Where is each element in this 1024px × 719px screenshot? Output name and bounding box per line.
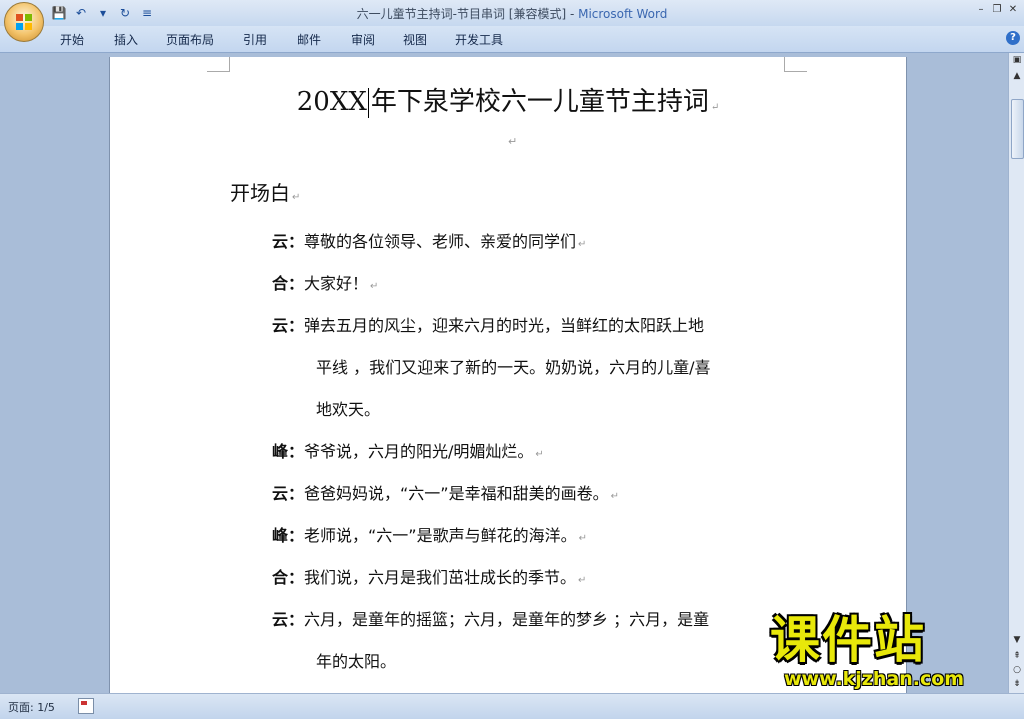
paragraph-mark: ↵ bbox=[535, 449, 544, 460]
section-heading-text: 开场白 bbox=[230, 181, 290, 205]
ribbon-tabs: 开始 插入 页面布局 引用 邮件 审阅 视图 开发工具 ? bbox=[0, 26, 1024, 53]
save-icon[interactable]: 💾 bbox=[50, 4, 68, 22]
margin-corner-mark bbox=[207, 57, 230, 72]
dialogue-line: 合：我们说，六月是我们茁壮成长的季节。 ↵ bbox=[272, 557, 792, 602]
quick-access-toolbar: 💾 ↶ ▾ ↻ ≡ bbox=[50, 3, 156, 23]
title-text: 年下泉学校六一儿童节主持词 bbox=[370, 87, 709, 117]
dialogue-text: 年的太阳。 bbox=[316, 652, 397, 671]
dialogue-line: 合：大家好！ ↵ bbox=[272, 263, 792, 308]
dialogue-line: 峰：爷爷说，六月的阳光/明媚灿烂。 ↵ bbox=[272, 431, 792, 476]
text-cursor bbox=[367, 88, 369, 118]
proofing-icon[interactable] bbox=[78, 698, 94, 714]
paragraph-mark: ↵ bbox=[578, 575, 587, 586]
dialogue-text: 爷爷说，六月的阳光/明媚灿烂。 bbox=[304, 442, 534, 461]
office-button[interactable] bbox=[4, 2, 44, 42]
paragraph-mark: ↵ bbox=[508, 135, 518, 148]
next-page-button[interactable]: ⇟ bbox=[1009, 677, 1024, 691]
margin-corner-mark bbox=[784, 57, 807, 72]
tab-review[interactable]: 审阅 bbox=[351, 31, 375, 48]
tab-page-layout[interactable]: 页面布局 bbox=[166, 31, 214, 48]
paragraph-mark: ↵ bbox=[370, 281, 379, 292]
dialogue-text: 爸爸妈妈说，“六一”是幸福和甜美的画卷。 bbox=[304, 484, 609, 503]
dialogue-text: 平线 ，我们又迎来了新的一天。奶奶说，六月的儿童/喜 bbox=[316, 358, 711, 377]
title-year: 20XX bbox=[296, 87, 367, 117]
paragraph-mark: ↵ bbox=[610, 491, 619, 502]
dialogue-line: 云：六月，是童年的摇篮；六月，是童年的梦乡 ；六月，是童年的太阳。↵ bbox=[272, 599, 792, 693]
tab-insert[interactable]: 插入 bbox=[114, 31, 138, 48]
paragraph-mark: ↵ bbox=[710, 102, 720, 113]
status-bar: 页面: 1/5 bbox=[0, 693, 1024, 719]
paragraph-mark: ↵ bbox=[292, 192, 301, 203]
restore-button[interactable]: ❐ bbox=[990, 2, 1004, 16]
dialogue-text: 六月，是童年的摇篮；六月，是童年的梦乡 ；六月，是童 bbox=[304, 610, 710, 629]
dialogue-line: 云：爸爸妈妈说，“六一”是幸福和甜美的画卷。 ↵ bbox=[272, 473, 792, 518]
watermark-logo: 课件站 www.kjzhan.com bbox=[770, 612, 1010, 696]
minimize-button[interactable]: – bbox=[974, 2, 988, 16]
dialogue-text: 大家好！ bbox=[304, 274, 369, 293]
tab-home[interactable]: 开始 bbox=[60, 31, 84, 48]
paragraph-mark: ↵ bbox=[578, 239, 587, 250]
dialogue-line: 云：尊敬的各位领导、老师、亲爱的同学们 ↵ bbox=[272, 221, 792, 266]
document-name: 六一儿童节主持词-节目串词 [兼容模式] - bbox=[356, 7, 579, 21]
undo-dropdown-icon[interactable]: ▾ bbox=[94, 4, 112, 22]
document-page[interactable]: 20XX 年下泉学校六一儿童节主持词 ↵ ↵ 开场白 ↵ 云：尊敬的各位领导、老师、亲… bbox=[109, 57, 907, 693]
speaker-label: 云： bbox=[272, 232, 305, 251]
help-icon[interactable]: ? bbox=[1006, 31, 1020, 45]
page-number-indicator[interactable]: 页面: 1/5 bbox=[8, 699, 55, 715]
speaker-label: 合： bbox=[272, 274, 305, 293]
speaker-label: 合： bbox=[272, 568, 305, 587]
dialogue-text: 地欢天。 bbox=[316, 400, 381, 419]
title-bar: 六一儿童节主持词-节目串词 [兼容模式] - Microsoft Word 💾 … bbox=[0, 0, 1024, 26]
section-heading: 开场白 ↵ bbox=[230, 177, 300, 206]
close-button[interactable]: ✕ bbox=[1006, 2, 1020, 16]
speaker-label: 云： bbox=[272, 610, 305, 629]
tab-view[interactable]: 视图 bbox=[403, 31, 427, 48]
paragraph-mark: ↵ bbox=[578, 533, 587, 544]
window-controls: – ❐ ✕ bbox=[974, 2, 1020, 16]
vertical-scrollbar[interactable]: ▣ ▲ ▼ ⇞ ○ ⇟ bbox=[1008, 53, 1024, 693]
speaker-label: 云： bbox=[272, 484, 305, 503]
tab-references[interactable]: 引用 bbox=[243, 31, 267, 48]
office-logo-icon bbox=[16, 14, 32, 30]
dialogue-text: 我们说，六月是我们茁壮成长的季节。 bbox=[304, 568, 577, 587]
dialogue-text: 弹去五月的风尘，迎来六月的时光，当鲜红的太阳跃上地 bbox=[304, 316, 705, 335]
scroll-up-button[interactable]: ▲ bbox=[1009, 69, 1024, 83]
scroll-down-button[interactable]: ▼ bbox=[1009, 633, 1024, 647]
document-title: 20XX 年下泉学校六一儿童节主持词 ↵ bbox=[110, 81, 906, 118]
speaker-label: 云： bbox=[272, 316, 305, 335]
app-name: Microsoft Word bbox=[578, 7, 668, 21]
ruler-toggle-icon[interactable]: ▣ bbox=[1009, 53, 1024, 67]
undo-icon[interactable]: ↶ bbox=[72, 4, 90, 22]
dialogue-line: 峰：今天，这里是我们喜悦的海洋，是属于我们自己的节日↵ bbox=[272, 683, 792, 693]
document-workspace: 20XX 年下泉学校六一儿童节主持词 ↵ ↵ 开场白 ↵ 云：尊敬的各位领导、老师、亲… bbox=[0, 53, 1008, 693]
customize-qat-icon[interactable]: ≡ bbox=[138, 4, 156, 22]
speaker-label: 峰： bbox=[272, 442, 305, 461]
select-browse-object-button[interactable]: ○ bbox=[1009, 663, 1024, 677]
dialogue-line: 峰：老师说，“六一”是歌声与鲜花的海洋。 ↵ bbox=[272, 515, 792, 560]
speaker-label: 峰： bbox=[272, 526, 305, 545]
watermark-url: www.kjzhan.com bbox=[784, 668, 965, 690]
previous-page-button[interactable]: ⇞ bbox=[1009, 649, 1024, 663]
tab-mailings[interactable]: 邮件 bbox=[297, 31, 321, 48]
watermark-text: 课件站 bbox=[770, 611, 926, 669]
tab-developer[interactable]: 开发工具 bbox=[455, 31, 503, 48]
scroll-thumb[interactable] bbox=[1011, 99, 1024, 159]
dialogue-text: 老师说，“六一”是歌声与鲜花的海洋。 bbox=[304, 526, 577, 545]
redo-icon[interactable]: ↻ bbox=[116, 4, 134, 22]
dialogue-text: 尊敬的各位领导、老师、亲爱的同学们 bbox=[304, 232, 577, 251]
